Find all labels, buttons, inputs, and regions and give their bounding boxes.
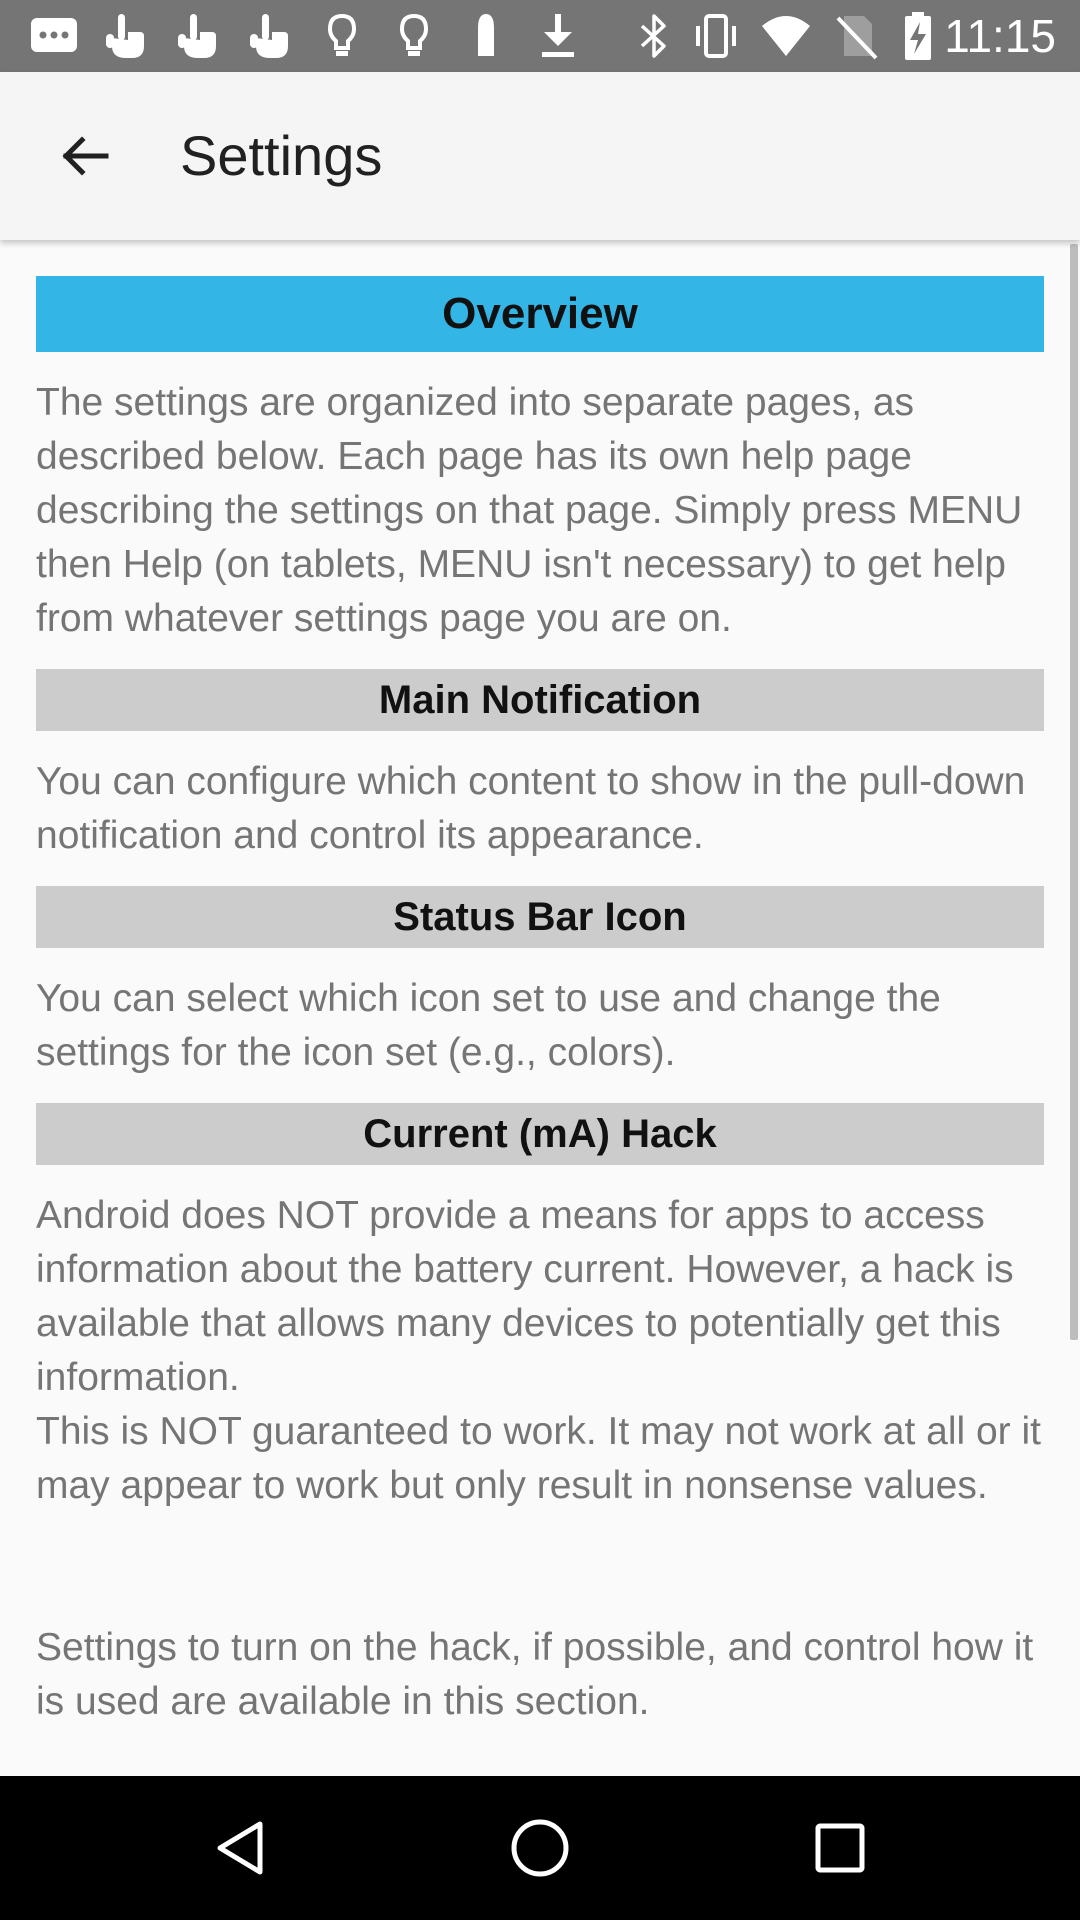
section-header-status-bar-icon: Status Bar Icon [36,886,1044,948]
navigation-bar [0,1776,1080,1920]
overview-text: The settings are organized into separate… [36,381,1023,640]
status-bar: 11:15 [0,0,1080,72]
bullet-icon [478,14,494,56]
current-hack-text-2: This is NOT guaranteed to work. It may n… [36,1410,1041,1507]
app-bar: Settings [0,72,1080,240]
vibrate-icon [696,14,736,58]
help-content[interactable]: Overview The settings are organized into… [0,240,1080,1776]
page-title: Settings [180,124,383,187]
nav-recents-button[interactable] [804,1812,876,1884]
download-icon [542,14,574,57]
wifi-icon [762,16,810,56]
no-sim-icon [836,16,878,60]
bluetooth-icon [640,14,666,58]
recents-square-icon [815,1823,865,1873]
current-hack-text-1: Android does NOT provide a means for app… [36,1194,1014,1399]
section-header-main-notification: Main Notification [36,669,1044,731]
message-icon [31,18,77,52]
touch-icon [250,14,288,58]
arrow-back-icon [62,136,109,176]
home-circle-icon [511,1819,569,1877]
lightbulb-icon [327,13,357,56]
nav-back-button[interactable] [204,1812,276,1884]
scrollbar[interactable] [1070,244,1078,1340]
touch-icon [106,14,144,58]
status-bar-icon-text: You can select which icon set to use and… [36,977,941,1074]
section-header-overview: Overview [36,276,1044,352]
lightbulb-icon [399,13,429,56]
current-hack-text-3: Settings to turn on the hack, if possibl… [36,1626,1034,1723]
battery-charging-icon [905,12,931,60]
clock-time: 11:15 [944,10,1056,62]
nav-home-button[interactable] [504,1812,576,1884]
section-header-current-hack: Current (mA) Hack [36,1103,1044,1165]
back-triangle-icon [217,1821,263,1875]
touch-icon [178,14,216,58]
back-button[interactable] [40,112,128,200]
main-notification-text: You can configure which content to show … [36,760,1026,857]
